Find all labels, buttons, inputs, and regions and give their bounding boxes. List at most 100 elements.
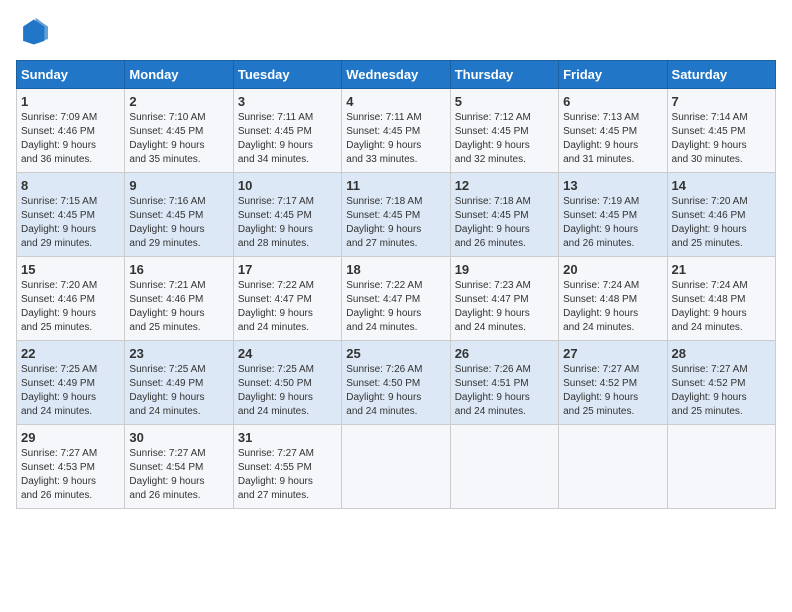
calendar-cell: 26Sunrise: 7:26 AM Sunset: 4:51 PM Dayli… xyxy=(450,341,558,425)
day-info: Sunrise: 7:15 AM Sunset: 4:45 PM Dayligh… xyxy=(21,195,120,251)
calendar-cell: 20Sunrise: 7:24 AM Sunset: 4:48 PM Dayli… xyxy=(559,257,667,341)
day-number: 7 xyxy=(672,94,771,109)
day-number: 31 xyxy=(238,430,337,445)
calendar-cell: 4 Sunrise: 7:11 AM Sunset: 4:45 PM Daylig… xyxy=(342,89,450,173)
calendar-header: SundayMondayTuesdayWednesdayThursdayFrid… xyxy=(17,61,776,89)
day-info: Sunrise: 7:25 AM Sunset: 4:49 PM Dayligh… xyxy=(21,363,120,419)
calendar-cell: 30 Sunrise: 7:27 AM Sunset: 4:54 PM Dayli… xyxy=(125,425,233,509)
day-number: 22 xyxy=(21,346,120,361)
day-number: 20 xyxy=(563,262,662,277)
col-header-thursday: Thursday xyxy=(450,61,558,89)
calendar-cell: 19Sunrise: 7:23 AM Sunset: 4:47 PM Dayli… xyxy=(450,257,558,341)
calendar-cell: 15Sunrise: 7:20 AM Sunset: 4:46 PM Dayli… xyxy=(17,257,125,341)
col-header-saturday: Saturday xyxy=(667,61,775,89)
calendar-cell: 16 Sunrise: 7:21 AM Sunset: 4:46 PM Dayli… xyxy=(125,257,233,341)
day-number: 17 xyxy=(238,262,337,277)
day-info: Sunrise: 7:27 AM Sunset: 4:52 PM Dayligh… xyxy=(672,363,771,419)
day-number: 26 xyxy=(455,346,554,361)
day-number: 25 xyxy=(346,346,445,361)
calendar-cell: 21 Sunrise: 7:24 AM Sunset: 4:48 PM Dayli… xyxy=(667,257,775,341)
day-number: 30 xyxy=(129,430,228,445)
day-number: 18 xyxy=(346,262,445,277)
day-info: Sunrise: 7:25 AM Sunset: 4:50 PM Dayligh… xyxy=(238,363,337,419)
calendar-week-3: 15Sunrise: 7:20 AM Sunset: 4:46 PM Dayli… xyxy=(17,257,776,341)
calendar-cell: 24 Sunrise: 7:25 AM Sunset: 4:50 PM Dayli… xyxy=(233,341,341,425)
calendar-cell: 9 Sunrise: 7:16 AM Sunset: 4:45 PM Daylig… xyxy=(125,173,233,257)
day-number: 1 xyxy=(21,94,120,109)
calendar-cell: 18 Sunrise: 7:22 AM Sunset: 4:47 PM Dayli… xyxy=(342,257,450,341)
calendar-week-2: 8 Sunrise: 7:15 AM Sunset: 4:45 PM Daylig… xyxy=(17,173,776,257)
calendar-week-4: 22 Sunrise: 7:25 AM Sunset: 4:49 PM Dayli… xyxy=(17,341,776,425)
page-header xyxy=(16,16,776,48)
col-header-monday: Monday xyxy=(125,61,233,89)
calendar-cell: 31Sunrise: 7:27 AM Sunset: 4:55 PM Dayli… xyxy=(233,425,341,509)
col-header-sunday: Sunday xyxy=(17,61,125,89)
day-info: Sunrise: 7:19 AM Sunset: 4:45 PM Dayligh… xyxy=(563,195,662,251)
col-header-tuesday: Tuesday xyxy=(233,61,341,89)
day-info: Sunrise: 7:13 AM Sunset: 4:45 PM Dayligh… xyxy=(563,111,662,167)
day-number: 28 xyxy=(672,346,771,361)
calendar-table: SundayMondayTuesdayWednesdayThursdayFrid… xyxy=(16,60,776,509)
calendar-cell: 22 Sunrise: 7:25 AM Sunset: 4:49 PM Dayli… xyxy=(17,341,125,425)
calendar-cell: 6 Sunrise: 7:13 AM Sunset: 4:45 PM Daylig… xyxy=(559,89,667,173)
day-info: Sunrise: 7:14 AM Sunset: 4:45 PM Dayligh… xyxy=(672,111,771,167)
calendar-week-5: 29Sunrise: 7:27 AM Sunset: 4:53 PM Dayli… xyxy=(17,425,776,509)
day-info: Sunrise: 7:27 AM Sunset: 4:52 PM Dayligh… xyxy=(563,363,662,419)
day-number: 5 xyxy=(455,94,554,109)
calendar-cell xyxy=(342,425,450,509)
day-number: 13 xyxy=(563,178,662,193)
calendar-cell: 17Sunrise: 7:22 AM Sunset: 4:47 PM Dayli… xyxy=(233,257,341,341)
day-info: Sunrise: 7:18 AM Sunset: 4:45 PM Dayligh… xyxy=(346,195,445,251)
day-number: 27 xyxy=(563,346,662,361)
day-info: Sunrise: 7:17 AM Sunset: 4:45 PM Dayligh… xyxy=(238,195,337,251)
calendar-cell: 2 Sunrise: 7:10 AM Sunset: 4:45 PM Daylig… xyxy=(125,89,233,173)
calendar-cell: 28 Sunrise: 7:27 AM Sunset: 4:52 PM Dayli… xyxy=(667,341,775,425)
calendar-cell: 1 Sunrise: 7:09 AM Sunset: 4:46 PM Daylig… xyxy=(17,89,125,173)
calendar-cell: 5Sunrise: 7:12 AM Sunset: 4:45 PM Daylig… xyxy=(450,89,558,173)
day-number: 16 xyxy=(129,262,228,277)
day-info: Sunrise: 7:22 AM Sunset: 4:47 PM Dayligh… xyxy=(346,279,445,335)
calendar-cell: 27 Sunrise: 7:27 AM Sunset: 4:52 PM Dayli… xyxy=(559,341,667,425)
day-info: Sunrise: 7:09 AM Sunset: 4:46 PM Dayligh… xyxy=(21,111,120,167)
day-info: Sunrise: 7:27 AM Sunset: 4:54 PM Dayligh… xyxy=(129,447,228,503)
calendar-cell: 12 Sunrise: 7:18 AM Sunset: 4:45 PM Dayli… xyxy=(450,173,558,257)
day-number: 6 xyxy=(563,94,662,109)
day-info: Sunrise: 7:20 AM Sunset: 4:46 PM Dayligh… xyxy=(672,195,771,251)
calendar-cell xyxy=(559,425,667,509)
logo-icon xyxy=(16,16,48,48)
col-header-friday: Friday xyxy=(559,61,667,89)
calendar-cell: 13 Sunrise: 7:19 AM Sunset: 4:45 PM Dayli… xyxy=(559,173,667,257)
calendar-cell: 14 Sunrise: 7:20 AM Sunset: 4:46 PM Dayli… xyxy=(667,173,775,257)
calendar-cell xyxy=(450,425,558,509)
day-info: Sunrise: 7:24 AM Sunset: 4:48 PM Dayligh… xyxy=(672,279,771,335)
calendar-week-1: 1 Sunrise: 7:09 AM Sunset: 4:46 PM Daylig… xyxy=(17,89,776,173)
calendar-cell xyxy=(667,425,775,509)
calendar-cell: 8 Sunrise: 7:15 AM Sunset: 4:45 PM Daylig… xyxy=(17,173,125,257)
col-header-wednesday: Wednesday xyxy=(342,61,450,89)
day-info: Sunrise: 7:16 AM Sunset: 4:45 PM Dayligh… xyxy=(129,195,228,251)
day-info: Sunrise: 7:21 AM Sunset: 4:46 PM Dayligh… xyxy=(129,279,228,335)
day-number: 2 xyxy=(129,94,228,109)
day-number: 8 xyxy=(21,178,120,193)
day-number: 21 xyxy=(672,262,771,277)
day-info: Sunrise: 7:10 AM Sunset: 4:45 PM Dayligh… xyxy=(129,111,228,167)
day-number: 23 xyxy=(129,346,228,361)
day-info: Sunrise: 7:11 AM Sunset: 4:45 PM Dayligh… xyxy=(346,111,445,167)
day-number: 10 xyxy=(238,178,337,193)
day-info: Sunrise: 7:18 AM Sunset: 4:45 PM Dayligh… xyxy=(455,195,554,251)
day-number: 24 xyxy=(238,346,337,361)
day-number: 3 xyxy=(238,94,337,109)
calendar-cell: 3 Sunrise: 7:11 AM Sunset: 4:45 PM Daylig… xyxy=(233,89,341,173)
day-number: 9 xyxy=(129,178,228,193)
day-number: 15 xyxy=(21,262,120,277)
calendar-cell: 7 Sunrise: 7:14 AM Sunset: 4:45 PM Daylig… xyxy=(667,89,775,173)
calendar-cell: 10 Sunrise: 7:17 AM Sunset: 4:45 PM Dayli… xyxy=(233,173,341,257)
day-info: Sunrise: 7:25 AM Sunset: 4:49 PM Dayligh… xyxy=(129,363,228,419)
day-number: 4 xyxy=(346,94,445,109)
day-info: Sunrise: 7:23 AM Sunset: 4:47 PM Dayligh… xyxy=(455,279,554,335)
calendar-cell: 25Sunrise: 7:26 AM Sunset: 4:50 PM Dayli… xyxy=(342,341,450,425)
day-info: Sunrise: 7:11 AM Sunset: 4:45 PM Dayligh… xyxy=(238,111,337,167)
day-number: 14 xyxy=(672,178,771,193)
logo xyxy=(16,16,52,48)
day-number: 12 xyxy=(455,178,554,193)
